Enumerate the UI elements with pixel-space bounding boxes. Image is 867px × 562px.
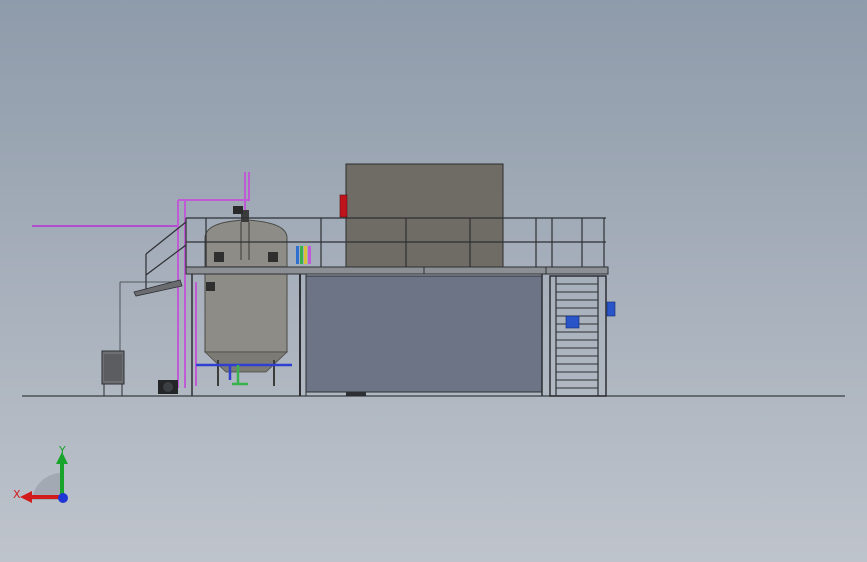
pump-icon[interactable] [158,380,178,394]
cad-viewport[interactable]: Y X [0,0,867,562]
platform-deck[interactable] [185,266,609,275]
gauge-icon [206,282,215,291]
enclosure-box[interactable] [339,163,504,269]
red-label-icon [339,194,348,218]
instrument-cluster [296,246,311,264]
z-axis-dot [58,493,68,503]
x-axis-head [20,491,32,503]
model-scene[interactable] [0,0,867,562]
x-axis-label: X [13,488,21,501]
y-axis-label: Y [58,444,66,457]
sight-glass-icon [214,252,224,262]
nozzle-icon [268,252,278,262]
tank-vessel[interactable] [204,206,288,386]
motor-icon [233,206,243,214]
blue-junction-box-icon [565,315,580,329]
axis-triad: Y X [13,444,68,503]
blue-side-box-icon [606,301,616,317]
side-cabinet[interactable] [101,350,125,396]
stair-cage[interactable] [549,275,616,397]
